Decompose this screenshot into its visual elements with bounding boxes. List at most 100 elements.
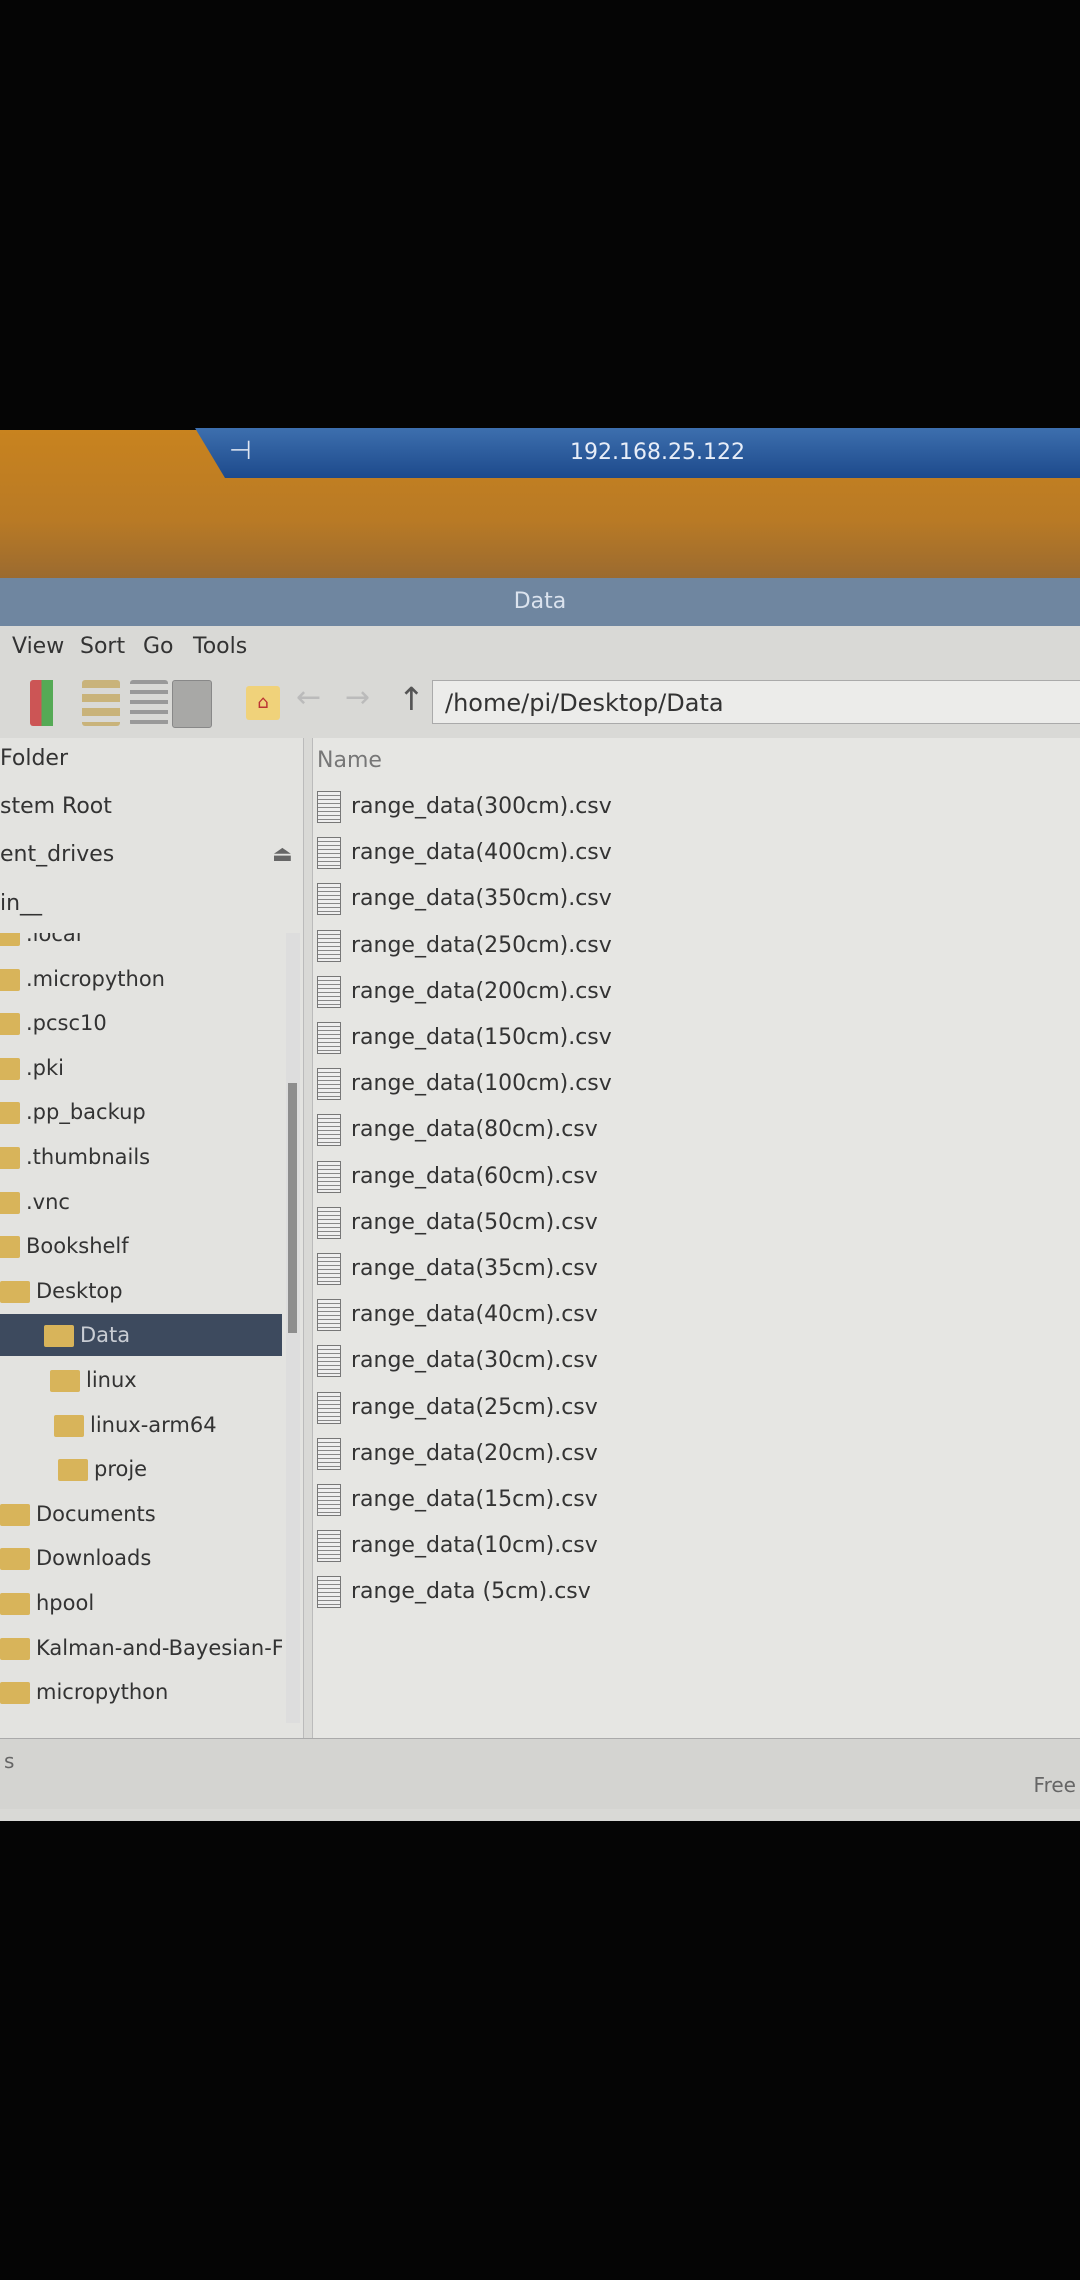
tree-item-label: .thumbnails xyxy=(26,1145,151,1169)
list-view-button[interactable] xyxy=(172,680,212,728)
tree-item[interactable]: .pcsc10 xyxy=(0,1002,282,1044)
tree-item[interactable]: .micropython xyxy=(0,958,282,1000)
up-arrow-icon[interactable]: ↑ xyxy=(398,680,436,726)
tree-item[interactable]: linux-arm64 xyxy=(0,1404,282,1446)
folder-icon xyxy=(0,968,20,991)
icon-view-button[interactable] xyxy=(30,680,68,726)
csv-file-icon xyxy=(317,1576,341,1609)
file-name: range_data(250cm).csv xyxy=(351,932,612,958)
tree-item[interactable]: micropython xyxy=(0,1671,282,1713)
file-row[interactable]: range_data(100cm).csv xyxy=(317,1061,612,1107)
file-row[interactable]: range_data(200cm).csv xyxy=(317,969,612,1015)
menu-go[interactable]: Go xyxy=(143,634,174,659)
tree-item[interactable]: .local xyxy=(0,933,282,955)
file-name: range_data (5cm).csv xyxy=(351,1579,591,1605)
thumbnail-view-button[interactable] xyxy=(82,680,120,726)
tree-item-label: .pp_backup xyxy=(26,1100,146,1125)
file-row[interactable]: range_data(20cm).csv xyxy=(317,1431,598,1477)
compact-view-button[interactable] xyxy=(130,680,168,726)
file-row[interactable]: range_data(300cm).csv xyxy=(317,784,612,830)
file-row[interactable]: range_data(250cm).csv xyxy=(317,923,612,969)
eject-icon[interactable]: ⏏ xyxy=(272,842,293,867)
tree-item[interactable]: .pp_backup xyxy=(0,1091,282,1133)
tree-item[interactable]: Bookshelf xyxy=(0,1225,282,1267)
folder-icon xyxy=(0,1503,30,1526)
tree-item[interactable]: linux xyxy=(0,1359,282,1401)
file-name: range_data(400cm).csv xyxy=(351,840,612,866)
file-row[interactable]: range_data(15cm).csv xyxy=(317,1477,598,1523)
back-arrow-icon[interactable]: ← xyxy=(296,680,334,726)
folder-icon xyxy=(0,1280,30,1303)
tree-item[interactable]: Downloads xyxy=(0,1537,282,1579)
folder-icon xyxy=(0,1548,30,1571)
folder-icon xyxy=(54,1414,84,1437)
file-row[interactable]: range_data(30cm).csv xyxy=(317,1338,598,1384)
place-mounted-drives[interactable]: ent_drives xyxy=(0,842,114,867)
file-name: range_data(30cm).csv xyxy=(351,1348,598,1374)
folder-icon xyxy=(50,1370,80,1392)
place-system-root[interactable]: stem Root xyxy=(0,794,112,819)
menu-tools[interactable]: Tools xyxy=(193,634,247,659)
folder-icon xyxy=(0,1236,20,1259)
tree-item-label: proje xyxy=(94,1457,148,1482)
file-name: range_data(80cm).csv xyxy=(351,1117,598,1143)
tree-item-label: linux xyxy=(86,1368,137,1392)
tree-item-label: linux-arm64 xyxy=(90,1412,217,1437)
tree-item[interactable]: proje xyxy=(0,1448,282,1490)
file-row[interactable]: range_data(400cm).csv xyxy=(317,830,612,876)
menu-sort[interactable]: Sort xyxy=(80,634,125,659)
tree-item-label: .local xyxy=(26,933,82,946)
folder-icon xyxy=(0,1102,20,1125)
csv-file-icon xyxy=(317,1206,341,1239)
csv-file-icon xyxy=(317,1114,341,1147)
folder-icon xyxy=(0,1637,30,1660)
tree-item[interactable]: Kalman-and-Bayesian-Filt xyxy=(0,1627,282,1669)
csv-file-icon xyxy=(317,1530,341,1563)
file-name: range_data(200cm).csv xyxy=(351,978,612,1004)
folder-icon xyxy=(58,1459,88,1482)
folder-icon xyxy=(0,1147,20,1169)
file-row[interactable]: range_data(60cm).csv xyxy=(317,1154,598,1200)
tree-item[interactable]: hpool xyxy=(0,1582,282,1624)
file-row[interactable]: range_data(10cm).csv xyxy=(317,1523,598,1569)
file-row[interactable]: range_data(150cm).csv xyxy=(317,1015,612,1061)
file-row[interactable]: range_data(35cm).csv xyxy=(317,1246,598,1292)
tree-item[interactable]: Data xyxy=(0,1314,282,1357)
file-row[interactable]: range_data(40cm).csv xyxy=(317,1292,598,1338)
tree-item-label: .micropython xyxy=(26,966,165,991)
tree-item[interactable]: .pki xyxy=(0,1047,282,1089)
toolbar: ⌂ ← → ↑ /home/pi/Desktop/Data xyxy=(0,670,1080,736)
tree-item[interactable]: Documents xyxy=(0,1493,282,1535)
free-space-label: Free xyxy=(1033,1773,1076,1797)
sidebar: Folder stem Root ent_drives ⏏ in__ .loca… xyxy=(0,738,304,1738)
csv-file-icon xyxy=(317,1068,341,1101)
csv-file-icon xyxy=(317,929,341,962)
tree-scrollbar-thumb[interactable] xyxy=(288,1083,297,1333)
home-icon[interactable]: ⌂ xyxy=(246,686,280,720)
tree-item[interactable]: Music xyxy=(0,1716,282,1723)
tree-item-label: Bookshelf xyxy=(26,1234,129,1259)
menu-view[interactable]: View xyxy=(12,634,64,659)
tree-item[interactable]: Desktop xyxy=(0,1270,282,1312)
tree-item[interactable]: .vnc xyxy=(0,1181,282,1223)
tree-item[interactable]: .thumbnails xyxy=(0,1136,282,1178)
file-row[interactable]: range_data(25cm).csv xyxy=(317,1385,598,1431)
tree-item-label: micropython xyxy=(36,1680,169,1705)
file-list: Name range_data(300cm).csv range_data(400… xyxy=(312,738,1080,1738)
file-row[interactable]: range_data(50cm).csv xyxy=(317,1200,598,1246)
menu-bar: View Sort Go Tools xyxy=(0,626,1080,666)
path-input[interactable]: /home/pi/Desktop/Data xyxy=(432,680,1080,724)
csv-file-icon xyxy=(317,883,341,916)
forward-arrow-icon[interactable]: → xyxy=(345,680,383,726)
file-row[interactable]: range_data(80cm).csv xyxy=(317,1107,598,1153)
place-bin[interactable]: in__ xyxy=(0,891,42,916)
file-manager-window: View Sort Go Tools ⌂ ← → ↑ /home/pi/Desk… xyxy=(0,626,1080,1821)
tree-item-label: Downloads xyxy=(36,1546,152,1571)
file-row[interactable]: range_data (5cm).csv xyxy=(317,1569,591,1615)
file-name: range_data(60cm).csv xyxy=(351,1163,598,1189)
folder-icon xyxy=(44,1325,74,1348)
csv-file-icon xyxy=(317,1484,341,1516)
file-row[interactable]: range_data(350cm).csv xyxy=(317,876,612,922)
column-header-name[interactable]: Name xyxy=(317,738,382,784)
file-name: range_data(300cm).csv xyxy=(351,794,612,819)
